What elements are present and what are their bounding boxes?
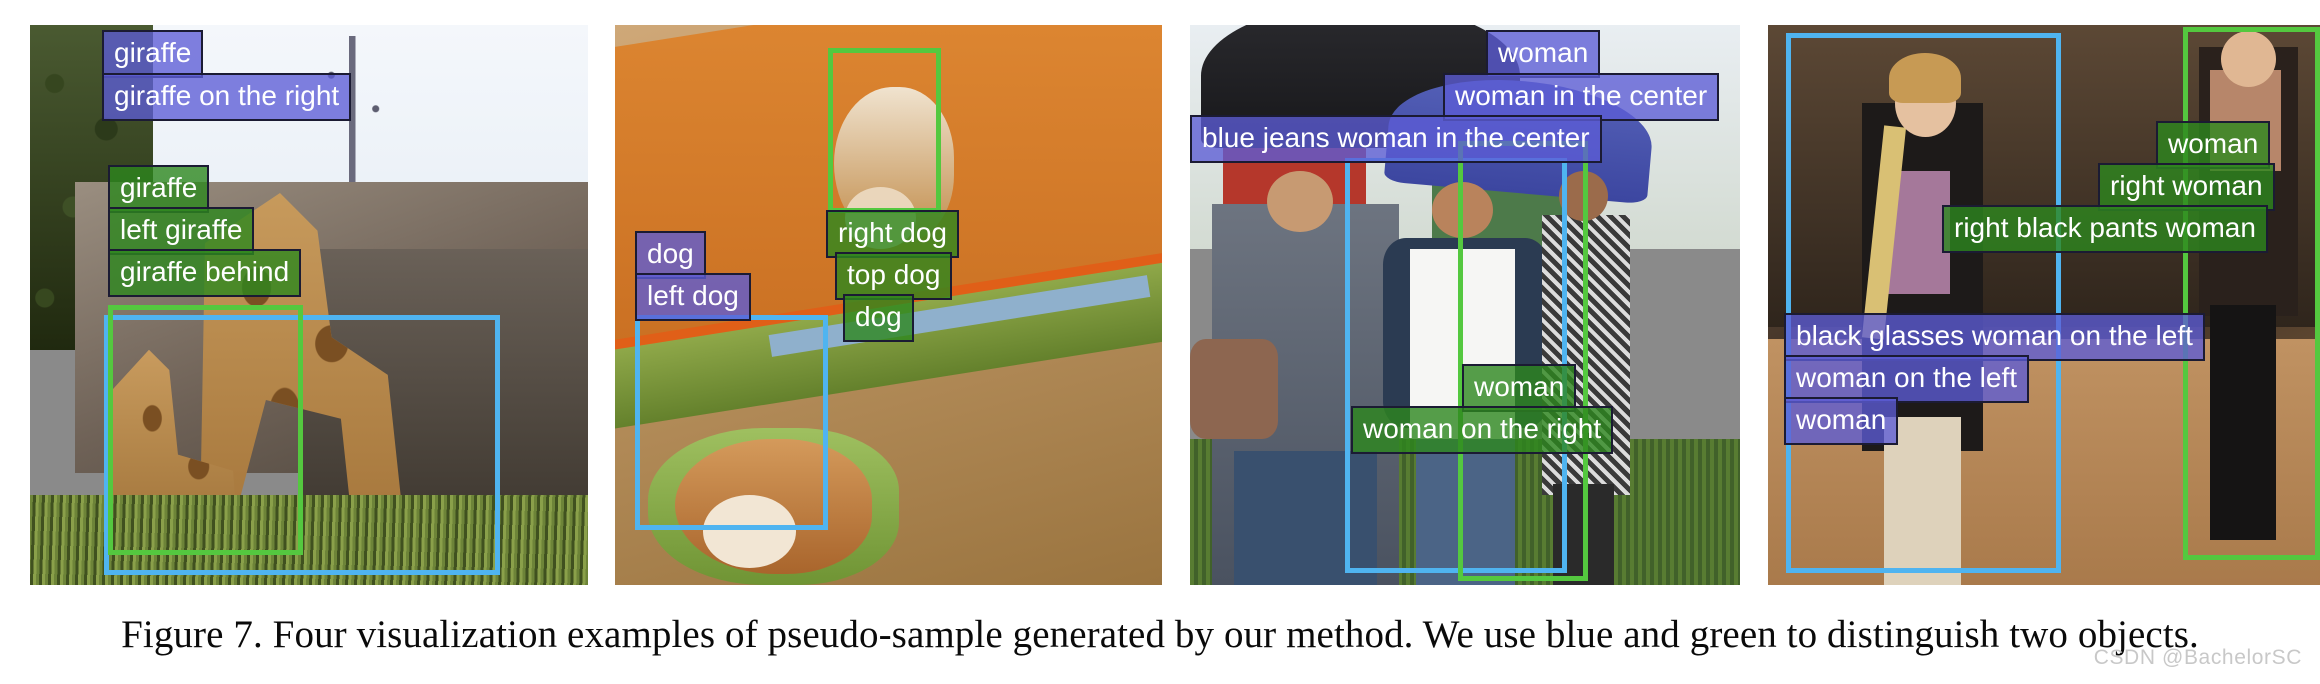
bbox-blue-black-glasses-woman-on-the-left[interactable] (1786, 33, 2061, 573)
panel-umbrella-women: woman woman in the center blue jeans wom… (1190, 25, 1740, 585)
bbox-blue-left-dog[interactable] (635, 315, 828, 530)
panel-dogs: dog left dog right dog top dog dog (615, 25, 1162, 585)
label-woman-on-the-right[interactable]: woman on the right (1351, 406, 1614, 454)
shoulder-bag (1190, 338, 1278, 440)
label-woman-green[interactable]: woman (2156, 121, 2271, 169)
bbox-green-top-dog[interactable] (828, 48, 941, 213)
figure-caption: Figure 7. Four visualization examples of… (121, 613, 2199, 656)
watermark: CSDN @BachelorSC (2093, 646, 2302, 669)
label-woman-on-the-left[interactable]: woman on the left (1784, 355, 2030, 403)
label-woman-in-the-center[interactable]: woman in the center (1443, 73, 1720, 121)
label-woman-green[interactable]: woman (1462, 364, 1577, 412)
label-top-dog[interactable]: top dog (835, 252, 953, 300)
label-right-black-pants-woman[interactable]: right black pants woman (1942, 205, 2268, 253)
label-right-dog[interactable]: right dog (826, 210, 959, 258)
panel-street-women: woman right woman right black pants woma… (1768, 25, 2320, 585)
label-black-glasses-woman-on-the-left[interactable]: black glasses woman on the left (1784, 313, 2205, 361)
label-woman-blue[interactable]: woman (1486, 30, 1601, 78)
label-blue-jeans-woman-in-the-center[interactable]: blue jeans woman in the center (1190, 115, 1602, 163)
bbox-green-woman-on-the-right[interactable] (1458, 141, 1588, 581)
label-giraffe-blue[interactable]: giraffe (102, 30, 204, 78)
label-woman-blue[interactable]: woman (1784, 397, 1899, 445)
panel-giraffes: giraffe giraffe on the right giraffe lef… (30, 25, 588, 585)
label-left-dog[interactable]: left dog (635, 273, 751, 321)
label-left-giraffe[interactable]: left giraffe (108, 207, 255, 255)
man-head (1267, 170, 1333, 233)
bbox-green-right-black-pants-woman[interactable] (2183, 27, 2320, 560)
label-giraffe-behind[interactable]: giraffe behind (108, 249, 302, 297)
label-giraffe-on-the-right[interactable]: giraffe on the right (102, 73, 352, 121)
label-giraffe-green[interactable]: giraffe (108, 165, 210, 213)
bbox-green-left-giraffe[interactable] (108, 305, 303, 555)
figure-container: giraffe giraffe on the right giraffe lef… (0, 0, 2320, 684)
label-dog-green[interactable]: dog (843, 294, 914, 342)
label-dog-blue[interactable]: dog (635, 231, 706, 279)
label-right-woman[interactable]: right woman (2098, 163, 2275, 211)
